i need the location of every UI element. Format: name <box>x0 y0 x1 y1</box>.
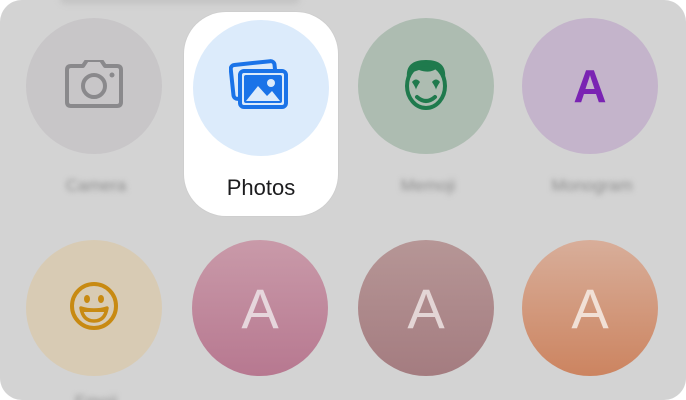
photos-icon <box>228 58 293 119</box>
monogram-option-circle[interactable]: A <box>522 18 658 154</box>
contact-photo-picker: Camera Memoji A Monogram A A A Photos <box>0 0 686 400</box>
emoji-option-circle[interactable] <box>26 240 162 376</box>
camera-label: Camera <box>65 176 127 195</box>
emoji-label: Emoji <box>26 392 166 400</box>
camera-icon <box>65 57 123 113</box>
monogram-letter: A <box>407 276 445 340</box>
memoji-icon <box>401 56 451 117</box>
monogram-color-circle[interactable]: A <box>358 240 494 376</box>
monogram-letter: A <box>573 60 607 112</box>
memoji-option-circle[interactable] <box>358 18 494 154</box>
monogram-color-circle[interactable]: A <box>522 240 658 376</box>
monogram-letter: A <box>241 276 279 340</box>
emoji-icon <box>68 280 120 337</box>
monogram-label: Monogram <box>551 176 633 195</box>
camera-option-circle[interactable] <box>26 18 162 154</box>
photos-option-circle[interactable] <box>193 20 329 156</box>
monogram-letter: A <box>571 276 609 340</box>
monogram-color-circle[interactable]: A <box>192 240 328 376</box>
photos-option[interactable]: Photos <box>184 12 338 216</box>
photos-label: Photos <box>226 175 296 200</box>
blurred-header-text <box>60 0 300 4</box>
memoji-label: Memoji <box>400 176 456 195</box>
